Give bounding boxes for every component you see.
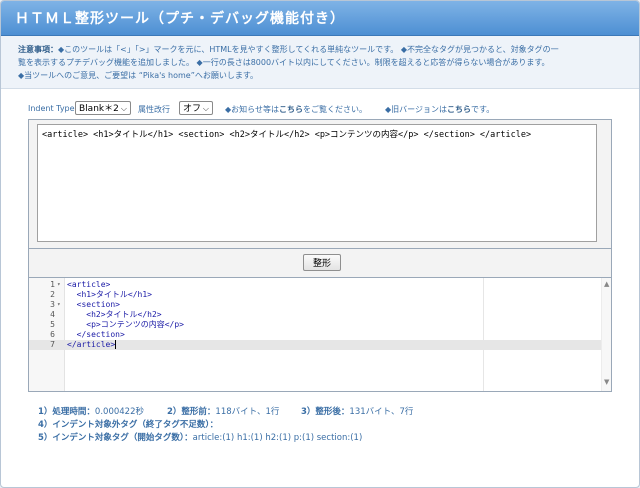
stat-label: 1）処理時間： [38, 407, 95, 417]
title-bar: ＨＴＭＬ整形ツール（プチ・デバッグ機能付き） [1, 1, 639, 36]
code-text: <section> [67, 300, 120, 309]
main-panel: Indent Type Blank＊2 ⌵ 属性改行 オフ ⌵ ◆お知らせ等はこ… [18, 89, 622, 477]
tool-window: ＨＴＭＬ整形ツール（プチ・デバッグ機能付き） 注意事項：◆このツールは「<」「>… [0, 0, 640, 488]
stat-value: 131バイト、7行 [349, 407, 414, 417]
stat-before: 2）整形前：118バイト、1行 [167, 405, 279, 417]
code-line-6: 6 </section> [29, 330, 601, 340]
line-number: 3 [50, 300, 55, 309]
code-text: <p>コンテンツの内容</p> [67, 320, 184, 329]
code-text-content: </article> [67, 340, 116, 349]
html-input[interactable]: <article> <h1>タイトル</h1> <section> <h2>タイ… [37, 124, 597, 242]
line-number: 7 [50, 340, 55, 349]
code-text: </section> [67, 330, 125, 339]
fold-arrow-icon[interactable]: ▾ [57, 300, 61, 310]
stat-label: 4）インデント対象外タグ（終了タグ不足数）： [38, 420, 219, 430]
notice-line-3: ◆当ツールへのご意見、ご要望は “Pika's home”へお願いします。 [18, 71, 259, 80]
indent-type-select[interactable]: Blank＊2 ⌵ [75, 101, 131, 115]
code-line-2: 2 <h1>タイトル</h1> [29, 290, 601, 300]
old-version-suffix: です。 [471, 105, 495, 114]
line-number: 6 [50, 330, 55, 339]
code-text: <h2>タイトル</h2> [67, 310, 162, 319]
line-number: 5 [50, 320, 55, 329]
chevron-down-icon: ⌵ [120, 104, 127, 113]
stat-after: 3）整形後：131バイト、7行 [301, 405, 413, 417]
vertical-scrollbar[interactable]: ▲ ▼ [601, 278, 611, 391]
code-text: <article> [67, 280, 111, 289]
line-number: 1 [50, 280, 55, 289]
notice-lead: 注意事項： [18, 45, 58, 54]
code-line-3: 3 ▾ <section> [29, 300, 601, 310]
notice-line-1: 注意事項：◆このツールは「<」「>」マークを元に、HTMLを見やすく整形してくれ… [18, 44, 559, 55]
attr-break-select[interactable]: オフ ⌵ [179, 101, 213, 115]
indent-type-value: Blank＊2 [79, 104, 119, 114]
input-area: <article> <h1>タイトル</h1> <section> <h2>タイ… [28, 119, 612, 249]
news-prefix: ◆お知らせ等は [225, 105, 279, 114]
indent-type-label: Indent Type [28, 104, 75, 113]
fold-arrow-icon[interactable]: ▾ [57, 280, 61, 290]
attr-break-value: オフ [183, 104, 202, 114]
notice-area: 注意事項：◆このツールは「<」「>」マークを元に、HTMLを見やすく整形してくれ… [1, 36, 639, 89]
text-cursor [115, 340, 117, 349]
attr-break-label: 属性改行 [138, 105, 170, 114]
button-bar: 整形 [28, 249, 612, 277]
news-text: ◆お知らせ等はこちらをご覧ください。 [225, 104, 367, 115]
output-editor[interactable]: 1 ▾ <article> 2 <h1>タイトル</h1> 3 ▾ <section>… [28, 277, 612, 392]
notice-text-1: ◆このツールは「<」「>」マークを元に、HTMLを見やすく整形してくれる単純なツ… [58, 45, 559, 54]
stat-label: 5）インデント対象タグ（開始タグ数）： [38, 433, 193, 443]
code-line-4: 4 <h2>タイトル</h2> [29, 310, 601, 320]
stat-indent-tags: 5）インデント対象タグ（開始タグ数）：article:(1) h1:(1) h2… [38, 431, 362, 443]
app-title: ＨＴＭＬ整形ツール（プチ・デバッグ機能付き） [15, 11, 345, 27]
code-line-5: 5 <p>コンテンツの内容</p> [29, 320, 601, 330]
format-button[interactable]: 整形 [303, 254, 341, 271]
stat-value: article:(1) h1:(1) h2:(1) p:(1) section:… [192, 433, 363, 443]
line-number: 4 [50, 310, 55, 319]
news-link[interactable]: こちら [279, 105, 303, 114]
stat-process-time: 1）処理時間：0.000422秒 [38, 405, 144, 417]
stat-non-indent-tags: 4）インデント対象外タグ（終了タグ不足数）： [38, 418, 218, 430]
code-text: </article> [67, 340, 117, 350]
code-line-7: 7 </article> [29, 340, 601, 350]
stat-value: 0.000422秒 [94, 407, 144, 417]
code-line-1: 1 ▾ <article> [29, 280, 601, 290]
line-number: 2 [50, 290, 55, 299]
stat-value: 118バイト、1行 [215, 407, 280, 417]
old-version-link[interactable]: こちら [447, 105, 471, 114]
scroll-down-icon[interactable]: ▼ [604, 378, 609, 386]
chevron-down-icon: ⌵ [202, 104, 209, 113]
old-version-text: ◆旧バージョンはこちらです。 [385, 104, 494, 115]
news-suffix: をご覧ください。 [303, 105, 367, 114]
stat-label: 3）整形後： [301, 407, 350, 417]
code-text: <h1>タイトル</h1> [67, 290, 152, 299]
stat-label: 2）整形前： [167, 407, 216, 417]
notice-line-2: 覧を表示するプチデバッグ機能を追加しました。 ◆一行の長さは8000バイト以内に… [18, 58, 550, 67]
scroll-up-icon[interactable]: ▲ [604, 280, 609, 288]
old-version-prefix: ◆旧バージョンは [385, 105, 447, 114]
